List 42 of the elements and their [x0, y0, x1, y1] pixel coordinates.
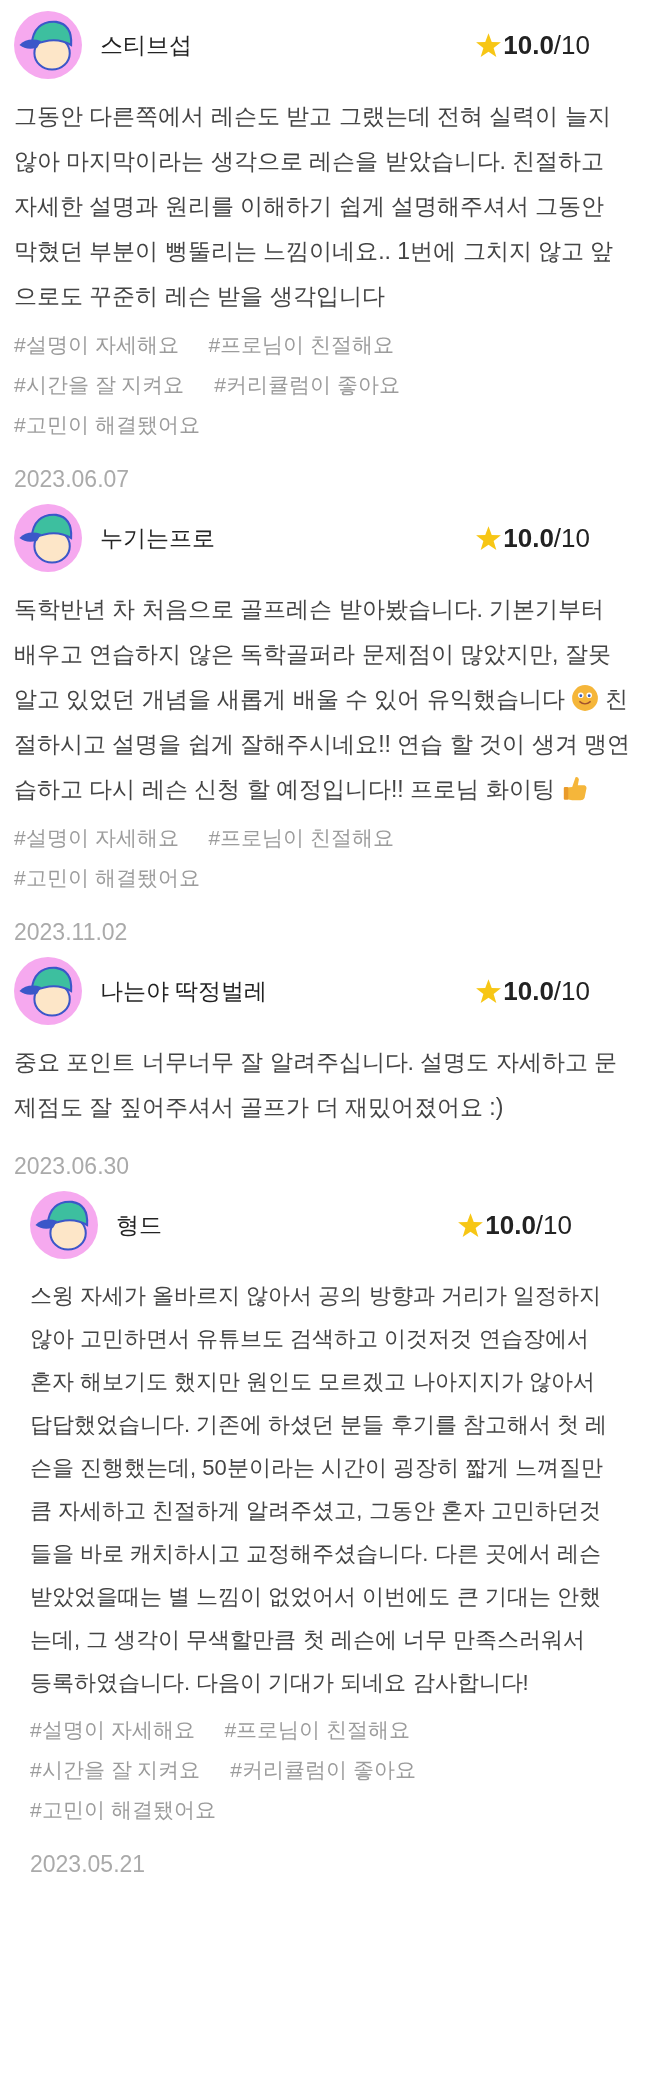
star-icon	[475, 977, 503, 1005]
rating-scale: /10	[553, 974, 590, 1008]
review-tag: #고민이 해결됐어요	[30, 1792, 216, 1828]
review-text: 중요 포인트 너무너무 잘 알려주십니다. 설명도 자세하고 문제점도 잘 짚어주셔서 골프가 더 재밌어졌어요 :)	[14, 1048, 619, 1122]
reviewer-name: 형드	[116, 1210, 162, 1240]
review-tag: #설명이 자세해요	[30, 1712, 195, 1748]
rating-score: 10.0	[503, 974, 554, 1008]
reviewer-name: 스티브섭	[100, 30, 192, 60]
avatar-icon	[30, 1191, 98, 1259]
review-date: 2023.11.02	[14, 918, 129, 946]
avatar-icon	[14, 957, 82, 1025]
star-icon	[475, 524, 503, 552]
review-tag: #커리큘럼이 좋아요	[214, 367, 400, 403]
rating-score: 10.0	[503, 28, 554, 62]
review-date: 2023.05.21	[30, 1850, 147, 1878]
review-tag: #고민이 해결됐어요	[14, 860, 200, 896]
avatar-icon	[14, 504, 82, 572]
review-tag: #프로님이 친절해요	[208, 820, 395, 856]
avatar-icon	[14, 11, 82, 79]
review-text: 그동안 다른쪽에서 레슨도 받고 그랬는데 전혀 실력이 늘지 않아 마지막이라는 생각으로 레슨을 받았습니다. 친절하고 자세한 설명과 원리를 이해하기 쉽게 설명해주셔서 그동안 막혔던 부분이 뻥뚤리는 느낌이네요.. 1번에 그치지 않고 앞으로도 꾸준히 레슨 받을 생각입니다	[14, 102, 615, 311]
review-text: 독학반년 차 처음으로 골프레슨 받아봤습니다. 기본기부터 배우고 연습하지 않은 독학골퍼라 문제점이 많았지만, 잘못알고 있었던 개념을 새롭게 배울 수 있어 유익했습니다 친절하시고 설명을 쉽게 잘해주시네요!! 연습 할 것이 생겨 맹연습하고 다시 레슨 신청 할 예정입니다!! 프로님 화이팅	[14, 595, 630, 804]
review-tag: #고민이 해결됐어요	[14, 407, 200, 443]
smiley-icon	[570, 684, 599, 712]
review-tag: #커리큘럼이 좋아요	[230, 1752, 416, 1788]
review-tag: #프로님이 친절해요	[208, 327, 395, 363]
reviewer-name: 나는야 딱정벌레	[100, 976, 268, 1006]
rating-scale: /10	[535, 1208, 572, 1242]
review-tag: #설명이 자세해요	[14, 820, 179, 856]
rating-score: 10.0	[503, 521, 554, 555]
rating-score: 10.0	[485, 1208, 536, 1242]
review-tag: #시간을 잘 지켜요	[14, 367, 185, 403]
star-icon	[475, 31, 503, 59]
review-date: 2023.06.30	[14, 1152, 131, 1180]
review-text: 스윙 자세가 올바르지 않아서 공의 방향과 거리가 일정하지 않아 고민하면서 유튜브도 검색하고 이것저것 연습장에서 혼자 해보기도 했지만 원인도 모르겠고 나아지지가 않아서 답답했었습니다. 기존에 하셨던 분들 후기를 참고해서 첫 레슨을 진행했는데, 50분이라는 시간이 굉장히 짧게 느껴질만큼 자세하고 친절하게 알려주셨고, 그동안 혼자 고민하던것들을 바로 캐치하시고 교정해주셨습니다. 다른 곳에서 레슨 받았었을때는 별 느낌이 없었어서 이번에도 큰 기대는 안했는데, 그 생각이 무색할만큼 첫 레슨에 너무 만족스러워서 등록하였습니다. 다음이 기대가 되네요 감사합니다!	[30, 1282, 608, 1697]
rating-scale: /10	[553, 521, 590, 555]
star-icon	[457, 1211, 485, 1239]
review-date: 2023.06.07	[14, 465, 131, 493]
rating-scale: /10	[553, 28, 590, 62]
reviewer-name: 누기는프로	[100, 523, 215, 553]
review-tag: #프로님이 친절해요	[224, 1712, 411, 1748]
review-tag: #시간을 잘 지켜요	[30, 1752, 201, 1788]
review-tag: #설명이 자세해요	[14, 327, 179, 363]
